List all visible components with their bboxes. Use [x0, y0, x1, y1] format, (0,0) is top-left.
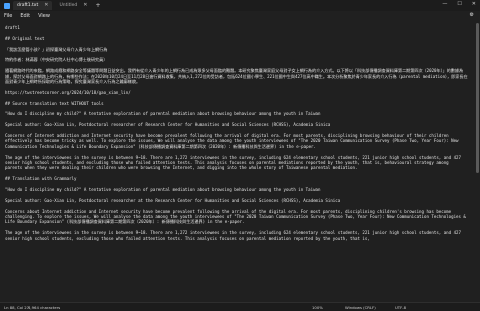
- maximize-button[interactable]: ☐: [457, 1, 461, 7]
- tab-draft1[interactable]: draft1.txt ✕: [13, 1, 53, 10]
- settings-gear-icon[interactable]: ⚙: [470, 12, 474, 18]
- text-line[interactable]: The age of the interviewees in the surve…: [5, 230, 468, 241]
- close-tab-icon[interactable]: ✕: [83, 3, 87, 8]
- tab-label: Untitled: [59, 3, 78, 8]
- tab-label: draft1.txt: [17, 3, 39, 8]
- tab-untitled[interactable]: Untitled ✕: [55, 1, 91, 10]
- minimize-button[interactable]: —: [442, 1, 447, 7]
- menu-view[interactable]: View: [38, 13, 50, 19]
- notepad-icon: [4, 2, 10, 9]
- character-count: 4,964 characters: [28, 304, 61, 310]
- text-line[interactable]: Concerns of Internet addiction and Inter…: [5, 133, 468, 149]
- menu-file[interactable]: File: [4, 13, 12, 19]
- title-bar: draft1.txt ✕ Untitled ✕ + — ☐ ✕: [0, 0, 480, 11]
- close-button[interactable]: ✕: [472, 1, 476, 7]
- close-tab-icon[interactable]: ✕: [44, 3, 48, 8]
- text-line[interactable]: The age of the interviewees in the surve…: [5, 155, 468, 171]
- vertical-scrollbar[interactable]: [474, 21, 480, 302]
- window-controls: — ☐ ✕: [442, 1, 476, 7]
- menu-bar: File Edit View ⚙: [0, 11, 480, 21]
- cursor-position: Ln 88, Col 27: [4, 304, 30, 310]
- text-editor[interactable]: draft1 ## Original text 「我該怎麼管小孩？」初探臺灣父母介入…: [0, 21, 472, 302]
- new-tab-icon[interactable]: +: [95, 2, 100, 9]
- encoding[interactable]: UTF-8: [395, 305, 406, 310]
- line-ending[interactable]: Windows (CRLF): [345, 305, 376, 310]
- text-line[interactable]: 隨著網路時代的來臨，網路成癮和網路安全等議題等問題日益突出，我們有從介入青少年的…: [5, 68, 468, 84]
- scrollbar-thumb[interactable]: [476, 23, 479, 173]
- menu-edit[interactable]: Edit: [20, 13, 30, 19]
- zoom-level[interactable]: 100%: [312, 305, 323, 310]
- text-line[interactable]: Concerns about Internet addiction and In…: [5, 209, 468, 225]
- status-bar: Ln 88, Col 27 4,964 characters 100% Wind…: [0, 302, 480, 311]
